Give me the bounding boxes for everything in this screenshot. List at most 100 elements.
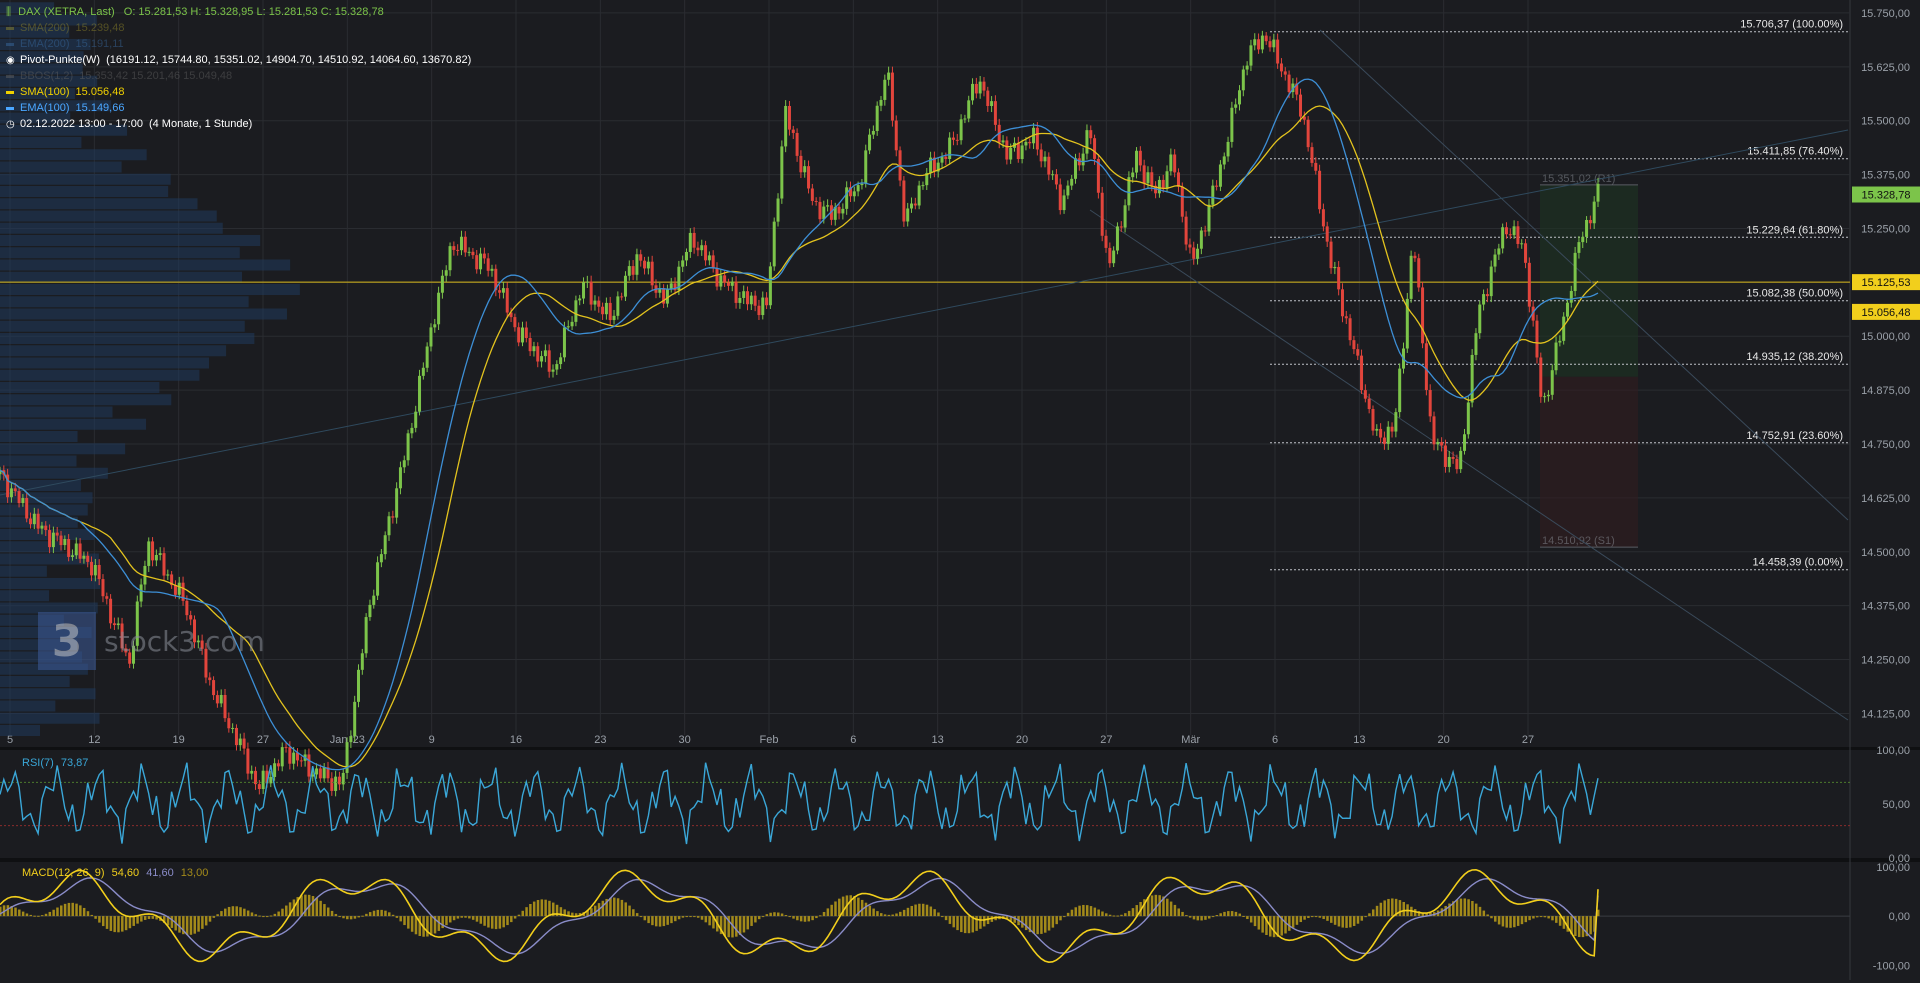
macd-histogram-bar — [654, 916, 658, 927]
macd-histogram-bar — [696, 916, 700, 918]
macd-histogram-bar — [1063, 916, 1066, 918]
candle-body — [944, 156, 948, 160]
candle-body — [398, 467, 402, 489]
legend-swatch — [6, 42, 14, 46]
volume-profile-bar — [0, 700, 56, 712]
candle-body — [1546, 394, 1550, 397]
volume-profile-bar — [0, 590, 50, 602]
candle-body — [887, 72, 891, 80]
macd-histogram-bar — [1200, 916, 1203, 921]
candle-body — [1504, 227, 1508, 235]
candle-body — [219, 695, 223, 704]
macd-histogram-bar — [1474, 903, 1478, 917]
candle-body — [746, 291, 750, 305]
candle-body — [330, 778, 334, 791]
candle-body — [162, 553, 166, 576]
candle-body — [1299, 94, 1303, 117]
macd-histogram-bar — [529, 903, 532, 917]
macd-histogram-bar — [1112, 915, 1116, 917]
macd-histogram-bar — [1455, 899, 1459, 917]
candle-body — [1180, 186, 1184, 217]
candle-body — [395, 488, 399, 518]
chart-stage[interactable]: 14.125,00 14.250,00 14.375,00 14.500,00 14.6… — [0, 0, 1920, 980]
macd-histogram-bar — [86, 911, 90, 917]
legend-swatch — [6, 106, 14, 110]
legend-item-4[interactable]: BBOS(1,2) 15.353,42 15.201,46 15.049,48 — [6, 70, 232, 82]
candle-body — [1184, 216, 1188, 245]
candle-body — [1565, 302, 1569, 317]
candle-body — [1585, 219, 1589, 237]
chart-svg[interactable]: 14.125,00 14.250,00 14.375,00 14.500,00 14.6… — [0, 0, 1920, 980]
candle-body — [452, 246, 456, 250]
candle-body — [875, 105, 879, 131]
macd-histogram-bar — [1330, 916, 1333, 923]
candle-body — [1135, 150, 1139, 173]
volume-profile-bar — [0, 333, 255, 344]
volume-profile-bar — [0, 149, 147, 161]
legend-item-7[interactable]: ◷ 02.12.2022 13:00 - 17:00 (4 Monate, 1 St… — [6, 118, 252, 130]
candle-body — [505, 288, 509, 313]
candle-body — [1268, 41, 1272, 48]
candle-body — [1466, 402, 1470, 435]
legend-item-3[interactable]: ◉ Pivot-Punkte(W) (16191.12, 15744.80, 153… — [6, 54, 471, 66]
fibonacci-label: 14.752,91 (23.60%) — [1746, 430, 1843, 442]
candle-body — [1333, 266, 1337, 269]
macd-histogram-bar — [513, 916, 517, 919]
candle-body — [1478, 304, 1482, 334]
candle-body — [585, 281, 589, 283]
macd-histogram-bar — [1383, 900, 1386, 917]
candle-body — [1257, 39, 1261, 50]
legend-item-1[interactable]: SMA(200) 15.239,48 — [6, 22, 124, 34]
candle-body — [765, 297, 769, 306]
macd-histogram-bar — [1055, 916, 1058, 925]
candle-body — [856, 185, 860, 192]
y-tick-label: 15.750,00 — [1861, 8, 1910, 20]
candle-body — [967, 100, 971, 119]
candle-body — [36, 513, 40, 529]
candle-body — [1379, 428, 1383, 438]
candle-body — [639, 254, 643, 261]
candle-body — [406, 433, 410, 461]
candle-body — [402, 460, 406, 468]
macd-histogram-bar — [1539, 916, 1543, 918]
candle-body — [13, 488, 17, 492]
legend-item-6[interactable]: EMA(100) 15.149,66 — [6, 102, 124, 114]
candle-body — [1070, 178, 1074, 186]
legend-swatch — [6, 90, 14, 94]
candle-body — [501, 288, 505, 293]
candle-body — [1482, 294, 1486, 305]
macd-histogram-bar — [1368, 913, 1371, 917]
macd-histogram-bar — [1337, 916, 1341, 927]
candle-body — [1058, 184, 1062, 211]
y-tick-label: 15.250,00 — [1861, 223, 1910, 235]
legend-item-2[interactable]: EMA(200) 15.191,11 — [6, 38, 124, 50]
candle-body — [578, 298, 582, 301]
candle-body — [1516, 226, 1520, 244]
macd-histogram-bar — [323, 904, 326, 917]
candle-body — [1272, 39, 1276, 48]
candle-body — [48, 530, 52, 548]
candle-body — [349, 736, 353, 743]
macd-histogram-bar — [1066, 912, 1070, 917]
candle-body — [1054, 174, 1058, 185]
candle-body — [597, 300, 601, 307]
volume-profile-bar — [0, 345, 227, 357]
macd-histogram-bar — [483, 916, 486, 926]
macd-histogram-bar — [250, 912, 254, 917]
macd-histogram-bar — [376, 909, 380, 917]
candle-body — [700, 245, 704, 251]
legend-item-5[interactable]: SMA(100) 15.056,48 — [6, 86, 124, 98]
legend-value: (16191.12, 15744.80, 15351.02, 14904.70,… — [106, 54, 472, 66]
candle-body — [559, 357, 563, 365]
candle-body — [582, 282, 586, 299]
candle-body — [627, 266, 631, 276]
macd-histogram-bar — [285, 905, 288, 917]
candle-body — [32, 513, 36, 525]
x-tick-label: 13 — [1353, 734, 1365, 746]
macd-histogram-bar — [224, 908, 227, 917]
candle-body — [879, 99, 883, 106]
macd-histogram-bar — [384, 910, 387, 917]
macd-histogram-bar — [170, 916, 174, 928]
volume-profile-bar — [0, 565, 47, 577]
volume-profile-bar — [0, 492, 93, 504]
